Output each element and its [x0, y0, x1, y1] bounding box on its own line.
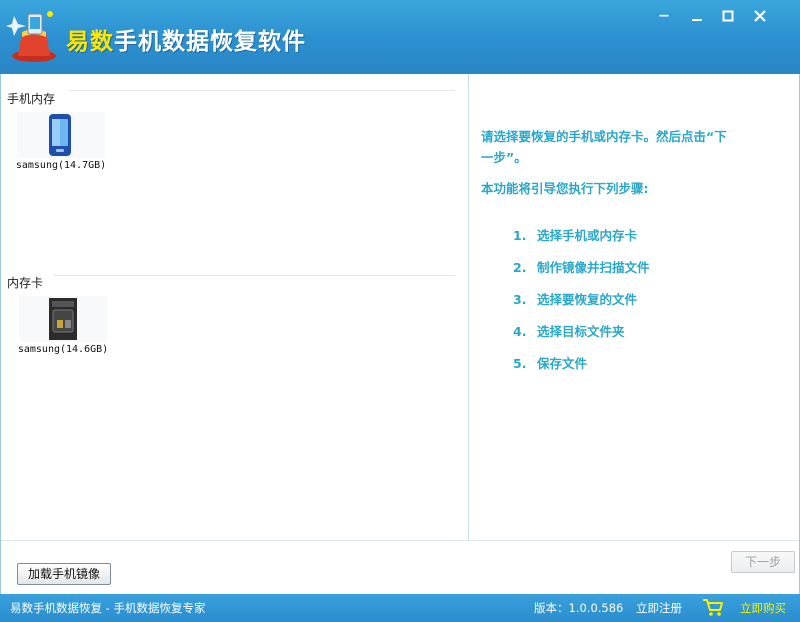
- section-phone-memory: 手机内存: [7, 92, 56, 106]
- guide-line-2: 一步”。: [481, 150, 527, 165]
- magic-hat-icon: [6, 11, 56, 62]
- shopping-cart-icon[interactable]: [702, 597, 724, 617]
- guide-pane: 请选择要恢复的手机或内存卡。然后点击“下 一步”。 本功能将引导您执行下列步骤:…: [471, 74, 797, 540]
- guide-line-1: 请选择要恢复的手机或内存卡。然后点击“下: [481, 129, 727, 144]
- section-divider: [69, 90, 455, 91]
- version-text: 版本：1.0.0.586: [534, 601, 624, 615]
- title-bar: 易数手机数据恢复软件 −: [0, 0, 800, 74]
- minimize-button[interactable]: −: [650, 6, 678, 26]
- app-title: 易数手机数据恢复软件: [66, 22, 306, 56]
- device-pane: 手机内存 samsung(14.7GB) 内存卡 samsung(14.6GB): [5, 74, 469, 540]
- button-strip: 加载手机镜像 下一步: [1, 540, 799, 594]
- card-device-label: samsung(14.6GB): [17, 344, 109, 355]
- section-divider: [53, 275, 455, 276]
- guide-step: 1. 选择手机或内存卡: [513, 228, 638, 243]
- guide-step: 5. 保存文件: [513, 356, 588, 371]
- card-device-item[interactable]: samsung(14.6GB): [15, 296, 111, 355]
- guide-step: 3. 选择要恢复的文件: [513, 292, 638, 307]
- close-button[interactable]: [746, 6, 774, 26]
- maximize-button[interactable]: [714, 6, 742, 26]
- load-phone-image-button[interactable]: 加载手机镜像: [17, 563, 111, 585]
- memory-card-icon: [49, 298, 77, 340]
- status-app-text: 易数手机数据恢复 - 手机数据恢复专家: [10, 601, 206, 615]
- maximize-icon: [722, 10, 734, 22]
- buy-now-link[interactable]: 立即购买: [740, 600, 786, 616]
- card-thumb: [19, 296, 107, 342]
- phone-device-item[interactable]: samsung(14.7GB): [13, 112, 109, 171]
- app-title-brand: 易数: [66, 29, 114, 55]
- register-link[interactable]: 立即注册: [636, 600, 682, 616]
- guide-step: 2. 制作镜像并扫描文件: [513, 260, 650, 275]
- guide-steps: 1. 选择手机或内存卡 2. 制作镜像并扫描文件 3. 选择要恢复的文件 4. 选择目标…: [513, 226, 650, 386]
- section-memory-card: 内存卡: [7, 276, 44, 290]
- minimize-line-button[interactable]: [683, 6, 711, 26]
- guide-step: 4. 选择目标文件夹: [513, 324, 625, 339]
- mobile-phone-icon: [49, 114, 71, 156]
- minimize-icon: [692, 19, 702, 21]
- app-title-rest: 手机数据恢复软件: [114, 29, 306, 55]
- status-bar: 易数手机数据恢复 - 手机数据恢复专家 版本：1.0.0.586 立即注册 立即…: [0, 594, 800, 622]
- main-area: 手机内存 samsung(14.7GB) 内存卡 samsung(14.6GB)…: [0, 74, 800, 594]
- phone-thumb: [17, 112, 105, 158]
- next-step-button[interactable]: 下一步: [731, 551, 795, 573]
- close-icon: [754, 10, 766, 22]
- phone-device-label: samsung(14.7GB): [15, 160, 107, 171]
- guide-intro: 本功能将引导您执行下列步骤:: [481, 181, 649, 196]
